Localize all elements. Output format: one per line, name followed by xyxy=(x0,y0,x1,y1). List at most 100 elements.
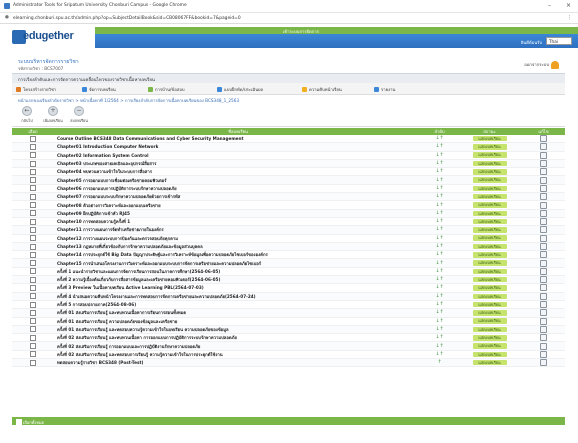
order-arrows-icon[interactable]: ↓↑ xyxy=(422,308,457,318)
edit-icon[interactable] xyxy=(540,284,547,292)
edit-icon[interactable] xyxy=(540,151,547,159)
row-checkbox[interactable] xyxy=(30,343,36,350)
row-checkbox[interactable] xyxy=(30,135,36,142)
edit-icon[interactable] xyxy=(540,317,547,325)
status-badge[interactable]: แสดงบทเรียน xyxy=(472,218,507,225)
row-checkbox[interactable] xyxy=(30,309,36,316)
order-arrows-icon[interactable]: ↓↑ xyxy=(422,325,457,335)
order-arrows-icon[interactable]: ↑ xyxy=(422,358,457,368)
order-arrows-icon[interactable]: ↓↑ xyxy=(422,250,457,260)
order-arrows-icon[interactable]: ↓↑ xyxy=(422,167,457,177)
order-arrows-icon[interactable]: ↓↑ xyxy=(422,217,457,227)
status-badge[interactable]: แสดงบทเรียน xyxy=(472,268,507,275)
menu-report[interactable]: รายงาน xyxy=(374,86,395,93)
status-badge[interactable]: แสดงบทเรียน xyxy=(472,185,507,192)
status-badge[interactable]: แสดงบทเรียน xyxy=(472,202,507,208)
row-checkbox[interactable] xyxy=(30,260,36,267)
lesson-name[interactable]: ครั้งที่ 1 แนะนำรายวิชาและแผนการจัดการเร… xyxy=(54,267,422,277)
edit-icon[interactable] xyxy=(540,259,547,267)
status-badge[interactable]: แสดงบทเรียน xyxy=(472,335,507,341)
status-badge[interactable]: แสดงบทเรียน xyxy=(472,243,507,250)
lesson-name[interactable]: ครั้งที่ 01 ส่งเสริมการเรียนรู้ และทดสอบ… xyxy=(54,325,422,335)
url-text[interactable]: elearning.chonburi.spu.ac.th/admin.php?o… xyxy=(13,16,241,21)
lesson-name[interactable]: Chapter13 กฎหมายที่เกี่ยวข้องกับการรักษา… xyxy=(54,242,422,252)
lesson-name[interactable]: ทดสอบความรู้รายวิชา BCS348 (Post-Test) xyxy=(54,358,422,368)
lesson-name[interactable]: Chapter05 การออกแบบการเชื่อมต่อเครือข่าย… xyxy=(54,175,422,185)
lesson-name[interactable]: Chapter02 Information System Control xyxy=(54,151,422,160)
delete-lesson-button[interactable]: − ลบบทเรียน xyxy=(68,106,90,124)
row-checkbox[interactable] xyxy=(30,235,36,242)
row-checkbox[interactable] xyxy=(30,152,36,159)
order-arrows-icon[interactable]: ↓↑ xyxy=(422,258,457,268)
order-arrows-icon[interactable]: ↓↑ xyxy=(422,350,457,360)
order-arrows-icon[interactable]: ↓↑ xyxy=(422,333,457,343)
order-arrows-icon[interactable]: ↓↑ xyxy=(422,200,457,210)
edit-icon[interactable] xyxy=(540,226,547,234)
row-checkbox[interactable] xyxy=(30,185,36,192)
edit-icon[interactable] xyxy=(540,209,547,217)
menu-progress[interactable]: ความคืบหน้าเรียน xyxy=(302,86,342,93)
lesson-name[interactable]: ครั้งที่ 01 ส่งเสริมการเรียนรู้ ความปลอด… xyxy=(54,317,422,326)
lesson-name[interactable]: Chapter08 ตัวอย่างการวิเคราะห์และออกแบบเ… xyxy=(54,200,422,210)
menu-exercises[interactable]: แบบฝึกหัด/ประเมินผล xyxy=(217,86,263,93)
row-checkbox[interactable] xyxy=(30,284,36,291)
status-badge[interactable]: แสดงบทเรียน xyxy=(472,359,507,366)
lesson-name[interactable]: ครั้งที่ 01 ส่งเสริมการเรียนรู้ และทบทวน… xyxy=(54,308,422,318)
row-checkbox[interactable] xyxy=(30,293,36,300)
row-checkbox[interactable] xyxy=(30,318,36,325)
status-badge[interactable]: แสดงบทเรียน xyxy=(472,135,507,142)
close-button[interactable]: × xyxy=(566,2,571,9)
order-arrows-icon[interactable]: ↓↑ xyxy=(422,135,457,144)
status-badge[interactable]: แสดงบทเรียน xyxy=(472,276,507,283)
status-badge[interactable]: แสดงบทเรียน xyxy=(472,293,507,300)
status-badge[interactable]: แสดงบทเรียน xyxy=(472,210,507,217)
status-badge[interactable]: แสดงบทเรียน xyxy=(472,152,507,158)
row-checkbox[interactable] xyxy=(30,160,36,167)
order-arrows-icon[interactable]: ↓↑ xyxy=(422,225,457,235)
order-arrows-icon[interactable]: ↓↑ xyxy=(422,317,457,326)
edit-icon[interactable] xyxy=(540,251,547,258)
status-badge[interactable]: แสดงบทเรียน xyxy=(472,169,507,175)
order-arrows-icon[interactable]: ↓↑ xyxy=(422,267,457,277)
back-button[interactable]: ← กลับไป xyxy=(16,106,38,124)
status-badge[interactable]: แสดงบทเรียน xyxy=(472,144,507,150)
order-arrows-icon[interactable]: ↓↑ xyxy=(422,175,457,185)
edit-icon[interactable] xyxy=(540,201,547,209)
status-badge[interactable]: แสดงบทเรียน xyxy=(472,285,507,291)
edit-icon[interactable] xyxy=(540,176,547,184)
status-badge[interactable]: แสดงบทเรียน xyxy=(472,193,507,200)
edit-icon[interactable] xyxy=(540,334,547,341)
status-badge[interactable]: แสดงบทเรียน xyxy=(472,252,507,258)
edit-icon[interactable] xyxy=(540,168,547,175)
row-checkbox[interactable] xyxy=(30,326,36,333)
lesson-name[interactable]: Chapter14 การประยุกต์ใช้ Big Data ปัญญาป… xyxy=(54,250,422,260)
row-checkbox[interactable] xyxy=(30,301,36,308)
browser-menu-icon[interactable]: ⋮ xyxy=(567,15,572,21)
order-arrows-icon[interactable]: ↓↑ xyxy=(422,341,457,351)
menu-manage-lessons[interactable]: จัดการบทเรียน xyxy=(82,86,116,93)
edit-icon[interactable] xyxy=(540,267,547,275)
status-badge[interactable]: แสดงบทเรียน xyxy=(472,343,507,349)
edit-icon[interactable] xyxy=(540,350,547,358)
edit-icon[interactable] xyxy=(540,359,547,366)
select-all-checkbox[interactable] xyxy=(16,418,22,425)
status-badge[interactable]: แสดงบทเรียน xyxy=(472,260,507,266)
lesson-name[interactable]: Chapter04 ทบทวนความเข้าใจในระบบการสื่อสา… xyxy=(54,167,422,177)
lesson-name[interactable]: ครั้งที่ 02 ส่งเสริมการเรียนรู้ และทบทวน… xyxy=(54,333,422,343)
row-checkbox[interactable] xyxy=(30,193,36,200)
row-checkbox[interactable] xyxy=(30,243,36,250)
breadcrumb[interactable]: หน้าแรกของเรียงลำดับรายวิชา > หน้าเนื้อห… xyxy=(18,97,239,104)
order-arrows-icon[interactable]: ↓↑ xyxy=(422,159,457,169)
row-checkbox[interactable] xyxy=(30,251,36,258)
status-badge[interactable]: แสดงบทเรียน xyxy=(472,177,507,183)
edit-icon[interactable] xyxy=(540,160,547,167)
lesson-name[interactable]: ครั้งที่ 3 Preview ในเนื้อหาบทเรียน Acti… xyxy=(54,283,422,293)
status-badge[interactable]: แสดงบทเรียน xyxy=(472,310,507,316)
menu-homework[interactable]: การบ้าน/ข้อสอบ xyxy=(148,86,185,93)
language-select[interactable]: Thai xyxy=(546,37,572,45)
order-arrows-icon[interactable]: ↓↑ xyxy=(422,242,457,252)
row-checkbox[interactable] xyxy=(30,226,36,233)
row-checkbox[interactable] xyxy=(30,202,36,209)
lesson-name[interactable]: Chapter15 การนำเสนอโครงงานการวิเคราะห์แล… xyxy=(54,258,422,268)
menu-course-structure[interactable]: โครงสร้างรายวิชา xyxy=(16,86,56,93)
